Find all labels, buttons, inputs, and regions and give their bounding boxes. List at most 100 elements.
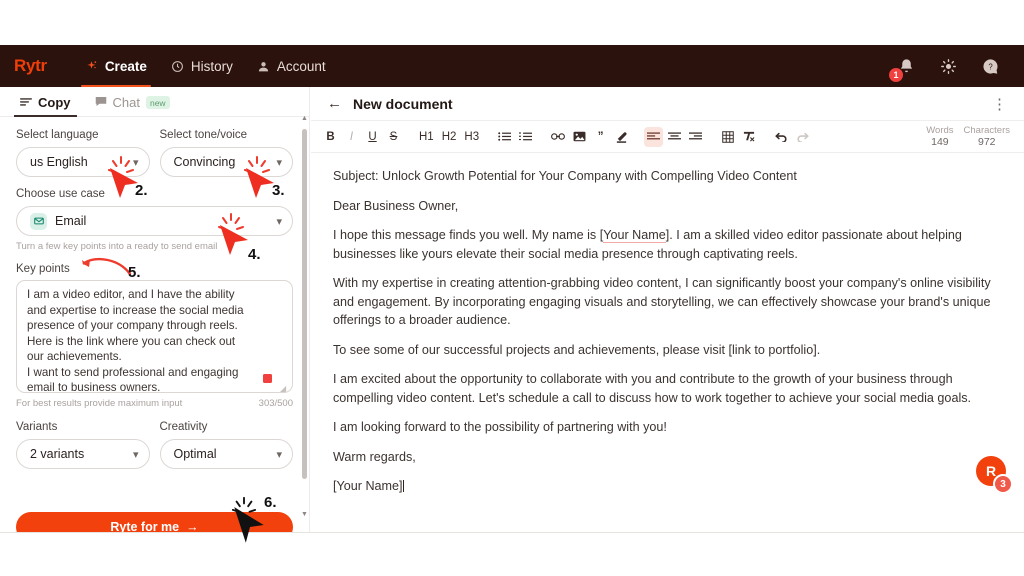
highlighter-button[interactable] bbox=[612, 127, 631, 147]
greeting-text: Dear Business Owner, bbox=[333, 198, 459, 213]
help-icon[interactable]: ? bbox=[980, 56, 1000, 76]
underline-button[interactable]: U bbox=[363, 127, 382, 147]
scroll-up-icon[interactable]: ▲ bbox=[301, 115, 308, 122]
document-content[interactable]: Subject: Unlock Growth Potential for You… bbox=[311, 153, 1024, 531]
person-icon bbox=[257, 59, 271, 73]
numbered-list-button[interactable] bbox=[516, 127, 535, 147]
variants-field: Variants 2 variants ▾ bbox=[16, 421, 150, 469]
link-button[interactable] bbox=[548, 127, 568, 147]
ryte-for-me-button[interactable]: Ryte for me → bbox=[16, 512, 293, 532]
generation-form: Select language us English ▾ Select tone… bbox=[0, 117, 309, 532]
heading-3-button[interactable]: H3 bbox=[461, 127, 482, 147]
variants-creativity-row: Variants 2 variants ▾ Creativity Optimal… bbox=[16, 421, 293, 469]
left-sidebar: Copy Chat new Select language us English… bbox=[0, 87, 310, 532]
kebab-menu-icon[interactable]: ⋮ bbox=[992, 95, 1008, 113]
chevron-down-icon: ▾ bbox=[276, 215, 282, 228]
sidebar-scroll-thumb[interactable] bbox=[302, 129, 307, 479]
document-paragraph: To see some of our successful projects a… bbox=[333, 342, 821, 357]
usecase-label: Choose use case bbox=[16, 188, 105, 200]
keypoints-line-rest: to business owners. bbox=[54, 381, 161, 393]
chevron-down-icon: ▾ bbox=[132, 156, 139, 169]
chevron-down-icon: ▾ bbox=[276, 448, 282, 461]
chevron-down-icon: ▾ bbox=[132, 448, 139, 461]
chat-bubble-icon bbox=[95, 95, 107, 110]
nav-item-history[interactable]: History bbox=[159, 45, 245, 87]
document-counts: Words 149 Characters 972 bbox=[926, 125, 1014, 148]
bell-icon[interactable]: 1 bbox=[889, 56, 916, 82]
creativity-field: Creativity Optimal ▾ bbox=[159, 421, 293, 469]
sidebar-tab-chat-label: Chat bbox=[112, 95, 140, 110]
chevron-down-icon: ▾ bbox=[276, 156, 282, 169]
align-right-button[interactable] bbox=[686, 127, 705, 147]
back-arrow-icon[interactable]: ← bbox=[327, 95, 342, 112]
language-select[interactable]: us English ▾ bbox=[16, 147, 150, 177]
variants-value: 2 variants bbox=[30, 447, 85, 461]
document-greeting: Dear Business Owner, bbox=[333, 197, 1002, 216]
bulleted-list-button[interactable] bbox=[495, 127, 514, 147]
rytr-logo[interactable]: Rytr bbox=[14, 56, 47, 76]
document-paragraph: I am excited about the opportunity to co… bbox=[333, 372, 972, 405]
variants-label: Variants bbox=[16, 421, 58, 433]
tone-value: Convincing bbox=[173, 155, 236, 169]
chat-support-widget[interactable]: R 3 bbox=[976, 456, 1013, 494]
sun-icon[interactable] bbox=[938, 56, 958, 76]
align-left-button[interactable] bbox=[644, 126, 664, 147]
app-root: Rytr Create History Account 1 ? Copy Cha… bbox=[0, 0, 1024, 576]
top-nav-actions: 1 ? bbox=[889, 56, 1010, 82]
language-tone-row: Select language us English ▾ Select tone… bbox=[16, 129, 293, 177]
strikethrough-button[interactable]: S bbox=[384, 127, 403, 147]
undo-button[interactable] bbox=[771, 127, 791, 147]
bold-button[interactable]: B bbox=[321, 127, 340, 147]
notification-badge: 1 bbox=[889, 68, 903, 82]
characters-label: Characters bbox=[963, 125, 1010, 136]
chat-unread-badge: 3 bbox=[993, 474, 1013, 494]
language-label: Select language bbox=[16, 129, 99, 141]
ryte-for-me-label: Ryte for me bbox=[110, 520, 180, 532]
clear-formatting-button[interactable] bbox=[739, 127, 758, 147]
document-signature: [Your Name] bbox=[333, 477, 1002, 496]
editor-header: ← New document ⋮ bbox=[311, 87, 1024, 121]
scroll-down-icon[interactable]: ▼ bbox=[301, 511, 308, 518]
sidebar-tabs: Copy Chat new bbox=[0, 87, 309, 117]
table-button[interactable] bbox=[718, 127, 737, 147]
italic-button[interactable]: I bbox=[342, 127, 361, 147]
sidebar-tab-copy[interactable]: Copy bbox=[10, 92, 81, 117]
document-editor: ← New document ⋮ B I U S H1 H2 H3 ” Word… bbox=[311, 87, 1024, 532]
image-button[interactable] bbox=[570, 127, 589, 147]
keypoints-meta: For best results provide maximum input 3… bbox=[16, 398, 293, 409]
signature-text: [Your Name] bbox=[333, 479, 403, 493]
keypoints-input[interactable]: I am a video editor, and I have the abil… bbox=[16, 280, 293, 393]
heading-1-button[interactable]: H1 bbox=[416, 127, 437, 147]
document-title[interactable]: New document bbox=[353, 96, 453, 112]
nav-item-create[interactable]: Create bbox=[73, 45, 159, 87]
document-paragraph: Warm regards, bbox=[333, 449, 416, 464]
record-indicator-icon[interactable] bbox=[263, 374, 272, 383]
nav-label-account: Account bbox=[276, 58, 326, 74]
usecase-field: Choose use case Email ▾ Turn a few key p… bbox=[16, 188, 293, 252]
sidebar-tab-copy-label: Copy bbox=[38, 95, 71, 110]
resize-grip-icon[interactable]: ◢ bbox=[280, 381, 289, 392]
keypoints-label: Key points bbox=[16, 263, 70, 275]
keypoints-line: I want to send professional and engaging bbox=[27, 365, 239, 379]
variants-select[interactable]: 2 variants ▾ bbox=[16, 439, 150, 469]
usecase-select[interactable]: Email ▾ bbox=[16, 206, 293, 236]
heading-2-button[interactable]: H2 bbox=[439, 127, 460, 147]
words-value: 149 bbox=[931, 136, 949, 148]
sidebar-scrollbar[interactable]: ▲ ▼ bbox=[301, 115, 308, 518]
tone-field: Select tone/voice Convincing ▾ bbox=[159, 129, 293, 177]
align-center-button[interactable] bbox=[665, 127, 684, 147]
creativity-value: Optimal bbox=[173, 447, 217, 461]
clock-icon bbox=[171, 59, 185, 73]
usecase-value: Email bbox=[55, 214, 87, 228]
document-paragraph: With my expertise in creating attention-… bbox=[333, 276, 991, 327]
keypoints-line: Here is the link where you can check out bbox=[27, 334, 236, 348]
nav-item-account[interactable]: Account bbox=[245, 45, 338, 87]
language-field: Select language us English ▾ bbox=[16, 129, 150, 177]
sidebar-tab-chat[interactable]: Chat new bbox=[85, 92, 180, 116]
tone-select[interactable]: Convincing ▾ bbox=[159, 147, 293, 177]
redo-button[interactable] bbox=[793, 127, 813, 147]
spellcheck-underlined-text: Your Name bbox=[603, 228, 666, 243]
characters-count: Characters 972 bbox=[964, 125, 1010, 148]
quote-button[interactable]: ” bbox=[591, 127, 610, 147]
creativity-select[interactable]: Optimal ▾ bbox=[159, 439, 293, 469]
